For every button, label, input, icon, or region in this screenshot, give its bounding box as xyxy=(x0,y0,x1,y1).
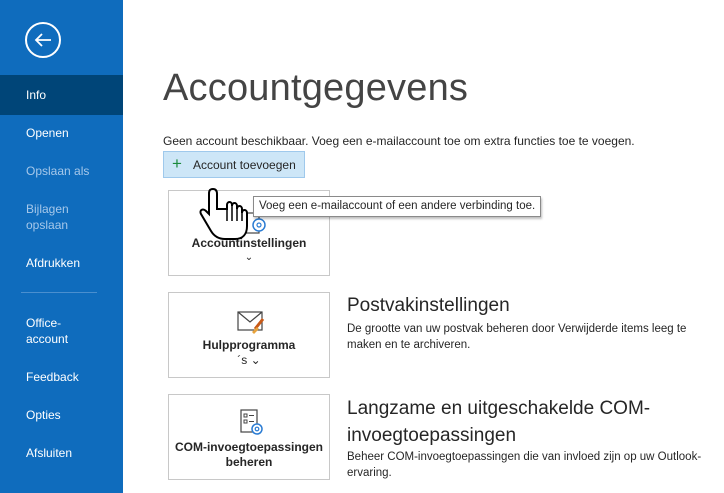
tools-label-suffix: ´s xyxy=(237,353,248,367)
com-addins-desc: Beheer COM-invoegtoepassingen die van in… xyxy=(347,451,702,479)
mailbox-cleanup-icon xyxy=(237,311,265,334)
com-addins-label-line1: COM-invoegtoepassingen xyxy=(174,440,323,454)
nav-opties-label: Opties xyxy=(26,408,61,422)
chevron-down-icon: ⌄ xyxy=(244,252,254,263)
nav-opslaan-als[interactable]: Opslaan als xyxy=(0,163,123,179)
nav-info[interactable]: Info xyxy=(0,75,123,115)
tools-tile[interactable]: Hulpprogramma ´s ⌄ xyxy=(168,292,330,378)
tooltip: Voeg een e-mailaccount of een andere ver… xyxy=(253,196,542,217)
add-account-label: Account toevoegen xyxy=(193,158,296,172)
nav-openen[interactable]: Openen xyxy=(0,125,123,141)
com-addins-label-line2: beheren xyxy=(225,455,273,469)
plus-icon: + xyxy=(172,154,182,173)
tools-label-line2: ´s ⌄ xyxy=(169,353,329,368)
nav-office-account[interactable]: Office- account xyxy=(0,315,123,347)
backstage-sidebar: Info Openen Opslaan als Bijlagen opslaan… xyxy=(0,0,123,493)
nav-info-label: Info xyxy=(26,88,47,102)
nav-afsluiten-label: Afsluiten xyxy=(26,446,73,460)
nav-divider xyxy=(21,292,97,293)
nav-opslaan-als-label: Opslaan als xyxy=(26,164,90,178)
nav-opties[interactable]: Opties xyxy=(0,407,123,423)
nav-office-line2: account xyxy=(26,332,69,346)
chevron-down-icon: ⌄ xyxy=(247,353,261,367)
nav-bijlagen-opslaan[interactable]: Bijlagen opslaan xyxy=(0,201,123,233)
add-account-button[interactable]: + Account toevoegen xyxy=(163,151,305,178)
com-addins-icon xyxy=(240,409,263,435)
nav-openen-label: Openen xyxy=(26,126,69,140)
mailbox-settings-desc: De grootte van uw postvak beheren door V… xyxy=(347,323,687,351)
tools-label-line1: Hulpprogramma xyxy=(202,338,296,352)
nav-afsluiten[interactable]: Afsluiten xyxy=(0,445,123,461)
nav-bijlagen-line2: opslaan xyxy=(26,218,69,232)
mailbox-settings-title: Postvakinstellingen xyxy=(347,295,510,316)
no-account-text: Geen account beschikbaar. Voeg een e-mai… xyxy=(163,134,635,148)
nav-afdrukken-label: Afdrukken xyxy=(26,256,81,270)
nav-feedback[interactable]: Feedback xyxy=(0,369,123,385)
back-arrow-icon xyxy=(34,33,51,47)
nav-afdrukken[interactable]: Afdrukken xyxy=(0,255,123,271)
nav-office-line1: Office- xyxy=(26,316,62,330)
page-title: Accountgegevens xyxy=(163,67,469,109)
com-addins-title: Langzame en uitgeschakelde COM-invoegtoe… xyxy=(347,398,651,446)
com-addins-tile[interactable]: COM-invoegtoepassingen beheren xyxy=(168,394,330,480)
back-button[interactable] xyxy=(25,22,61,58)
hand-cursor-icon xyxy=(199,187,248,240)
nav-feedback-label: Feedback xyxy=(26,370,79,384)
nav-bijlagen-line1: Bijlagen xyxy=(26,202,69,216)
